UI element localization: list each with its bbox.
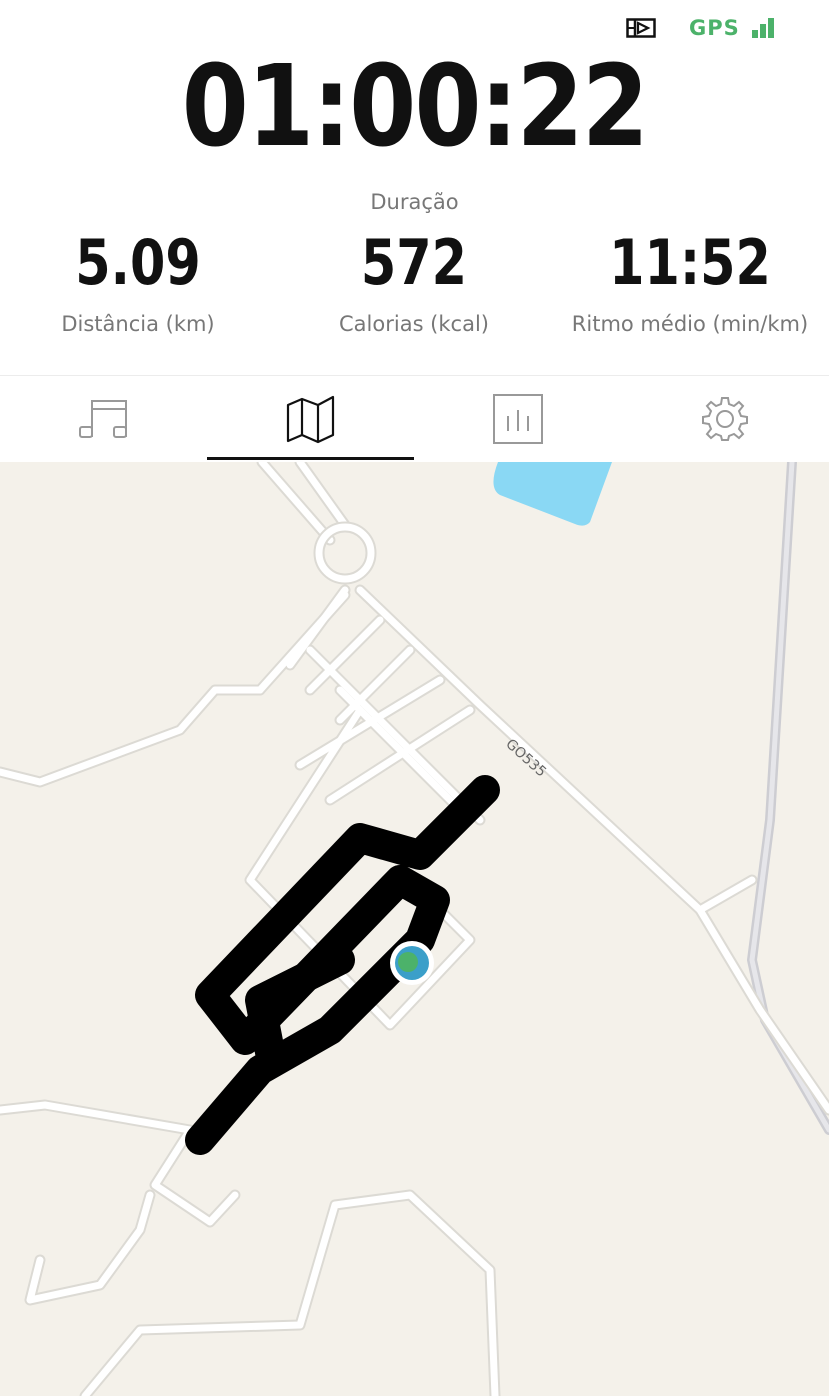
music-icon — [78, 400, 127, 438]
pace-stat: 11:52 Ritmo médio (min/km) — [552, 222, 828, 336]
audio-cue-icon[interactable] — [626, 17, 656, 39]
pace-value: 11:52 — [609, 226, 771, 299]
elapsed-time: 01:00:22 — [181, 42, 649, 172]
highway-road — [747, 462, 829, 1135]
calories-value: 572 — [360, 226, 468, 299]
signal-bars-icon — [752, 18, 774, 38]
calories-stat: 572 Calorias (kcal) — [276, 222, 552, 336]
view-tabs — [0, 375, 829, 463]
map-icon — [286, 395, 334, 444]
gear-icon — [701, 397, 748, 441]
distance-label: Distância (km) — [61, 312, 215, 336]
tab-music[interactable] — [0, 376, 207, 462]
duration-label: Duração — [370, 190, 459, 214]
calories-label: Calorias (kcal) — [339, 312, 489, 336]
water-body — [493, 462, 612, 526]
bar-chart-icon — [492, 394, 543, 444]
gps-status-label: GPS — [689, 16, 740, 40]
active-tab-indicator — [207, 457, 414, 460]
pace-label: Ritmo médio (min/km) — [571, 312, 809, 336]
tab-settings[interactable] — [621, 376, 828, 462]
distance-value: 5.09 — [75, 226, 201, 299]
route-map[interactable]: GO535 — [0, 462, 829, 1396]
workout-header: GPS 01:00:22 Duração 5.09 Distância (km)… — [0, 0, 829, 375]
current-position-marker — [390, 941, 434, 985]
tab-map[interactable] — [207, 376, 414, 462]
tab-stats[interactable] — [414, 376, 621, 462]
distance-stat: 5.09 Distância (km) — [0, 222, 276, 336]
map-canvas: GO535 — [0, 462, 829, 1396]
